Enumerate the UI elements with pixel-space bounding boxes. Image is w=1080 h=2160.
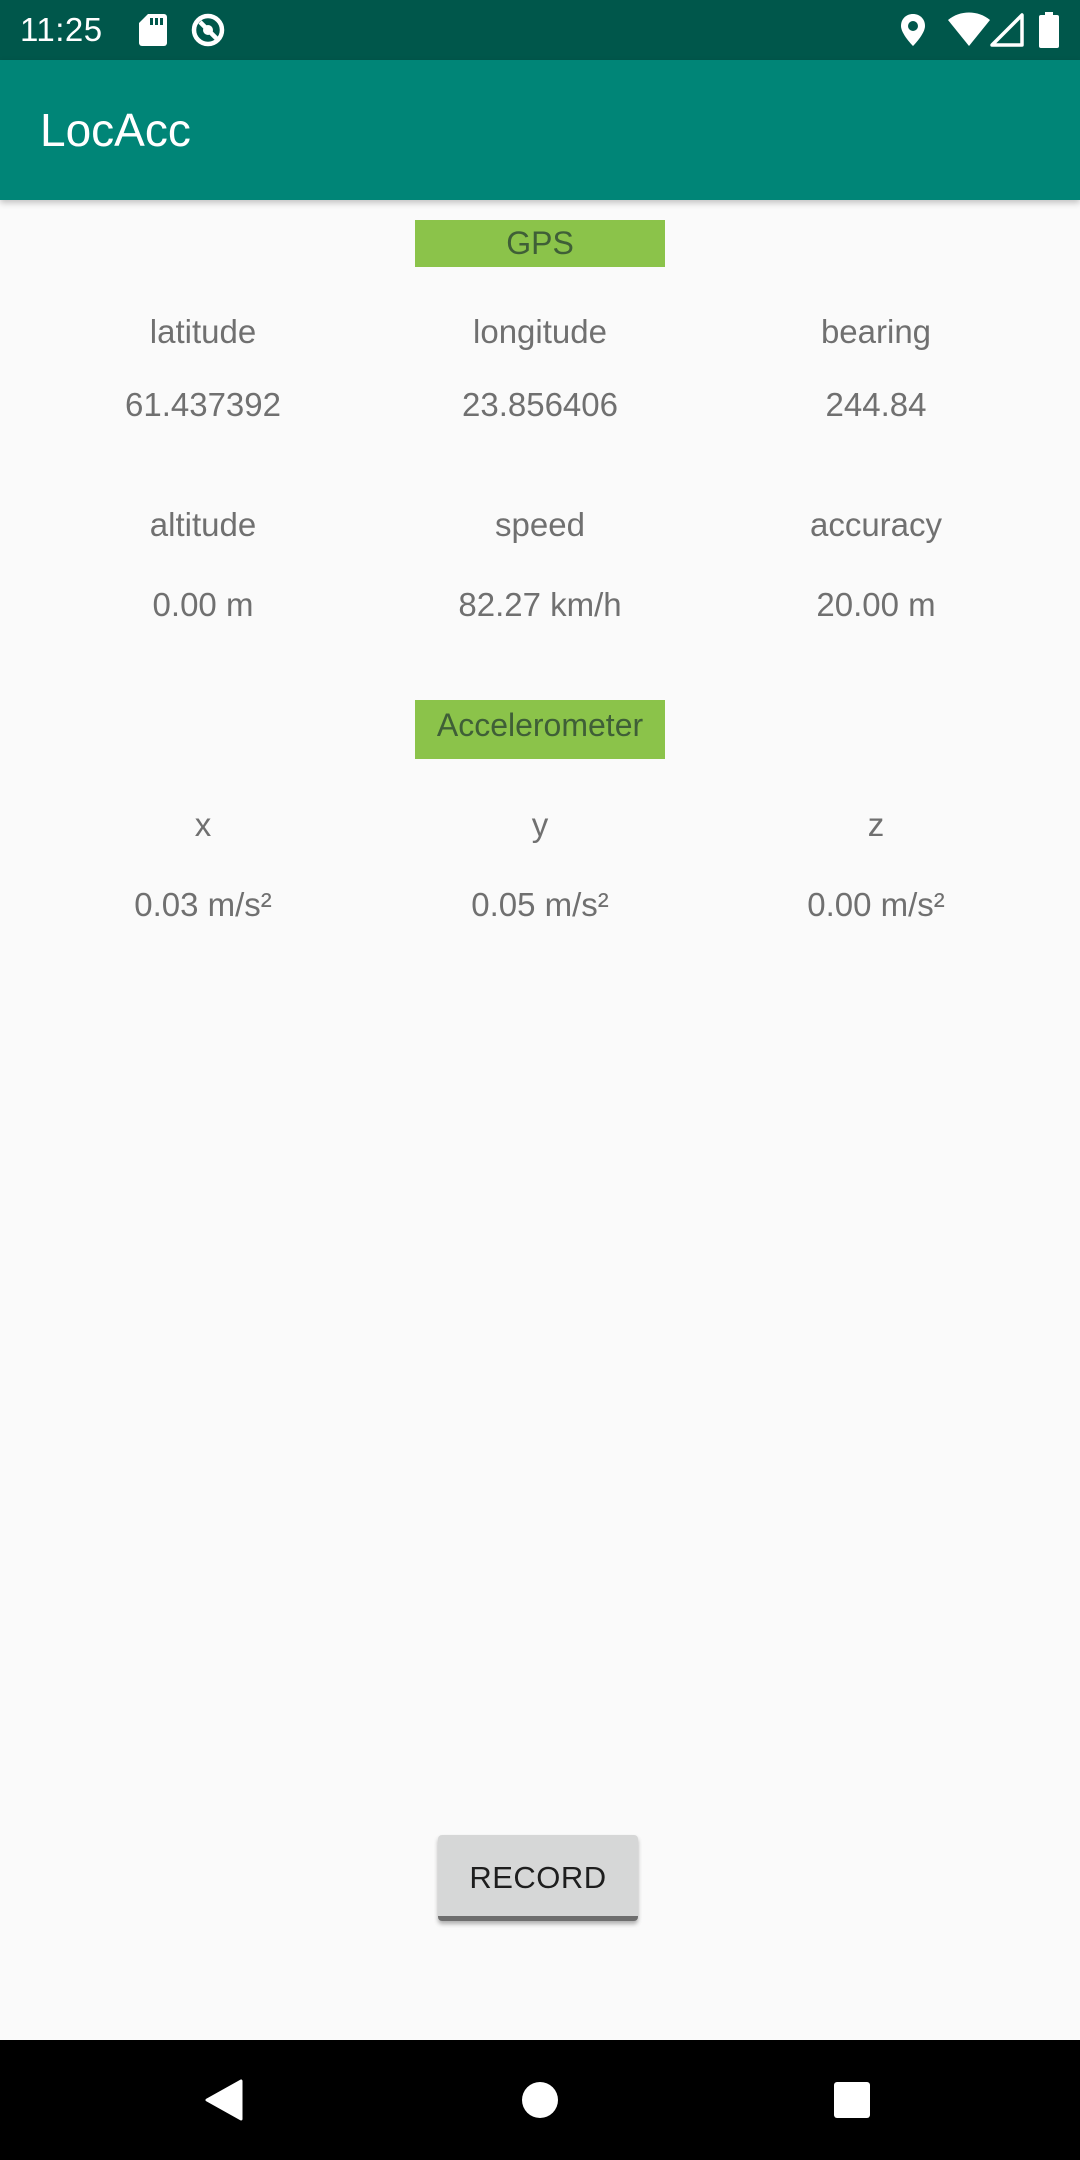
app-title: LocAcc	[40, 104, 191, 156]
accel-x-value: 0.03 m/s²	[134, 886, 272, 923]
altitude-label: altitude	[149, 506, 257, 543]
longitude-label: longitude	[473, 313, 607, 350]
battery-icon	[1039, 12, 1059, 48]
sd-card-icon	[139, 14, 167, 46]
gps-section-header: GPS	[415, 220, 665, 267]
accel-z-value: 0.00 m/s²	[807, 886, 945, 923]
status-time: 11:25	[20, 11, 103, 48]
status-bar: 11:25	[0, 0, 1080, 60]
longitude-value: 23.856406	[462, 386, 618, 423]
latitude-label: latitude	[149, 313, 257, 350]
navigation-bar	[0, 2040, 1080, 2160]
speed-value: 82.27 km/h	[458, 586, 622, 623]
location-icon	[901, 14, 925, 46]
accelerometer-section-header: Accelerometer	[415, 700, 665, 759]
accel-y-value: 0.05 m/s²	[471, 886, 609, 923]
cellular-signal-icon	[990, 13, 1024, 47]
wifi-icon	[948, 12, 990, 46]
recents-icon[interactable]	[822, 2070, 882, 2130]
accuracy-value: 20.00 m	[816, 586, 936, 623]
accuracy-label: accuracy	[809, 506, 943, 543]
app-bar: LocAcc	[0, 60, 1080, 200]
bearing-value: 244.84	[825, 386, 927, 423]
latitude-value: 61.437392	[125, 386, 281, 423]
record-button[interactable]: RECORD	[438, 1835, 638, 1921]
home-icon[interactable]	[510, 2070, 570, 2130]
app-notification-icon	[191, 13, 225, 47]
accel-y-label: y	[531, 806, 549, 843]
speed-label: speed	[495, 506, 585, 543]
accel-z-label: z	[867, 806, 885, 843]
altitude-value: 0.00 m	[152, 586, 254, 623]
accel-x-label: x	[194, 806, 212, 843]
back-icon[interactable]	[195, 2070, 255, 2130]
record-button-label: RECORD	[469, 1860, 607, 1895]
record-button-underline	[438, 1916, 638, 1921]
bearing-label: bearing	[820, 313, 932, 350]
